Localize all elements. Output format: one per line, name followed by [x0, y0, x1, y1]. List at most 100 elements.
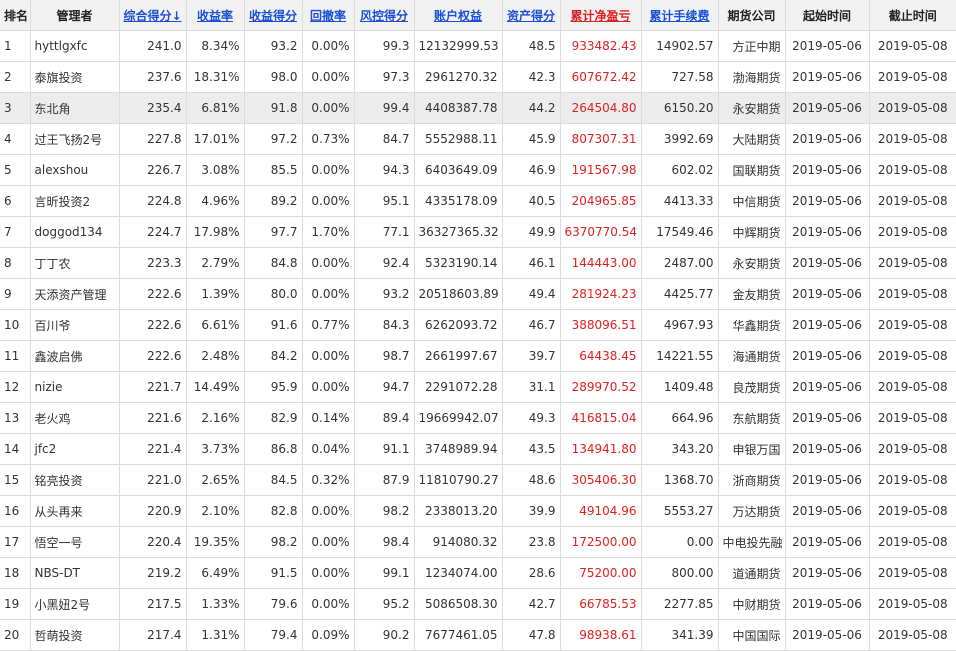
composite-score-cell: 221.6 [119, 402, 187, 434]
net-pnl-cell: 66785.53 [560, 588, 642, 620]
fees-cell: 0.00 [641, 526, 719, 558]
company-cell: 永安期货 [718, 247, 786, 279]
return-rate-cell: 8.34% [186, 30, 245, 62]
net-pnl-cell: 264504.80 [560, 92, 642, 124]
sort-net-pnl[interactable]: 累计净盈亏 [560, 0, 642, 31]
risk-score-cell: 97.3 [354, 61, 415, 93]
table-header: 排名 管理者 综合得分↓ 收益率 收益得分 回撤率 风控得分 账户权益 资产得分… [0, 0, 956, 31]
company-cell: 中财期货 [718, 588, 786, 620]
start-time-cell: 2019-05-06 [785, 402, 870, 434]
fees-cell: 17549.46 [641, 216, 719, 248]
end-time-cell: 2019-05-08 [869, 216, 956, 248]
rank-cell: 5 [0, 154, 31, 186]
manager-cell: 泰旗投资 [30, 61, 120, 93]
drawdown-cell: 0.14% [302, 402, 355, 434]
equity-cell: 5552988.11 [414, 123, 503, 155]
return-score-cell: 95.9 [244, 371, 303, 403]
return-rate-cell: 3.73% [186, 433, 245, 465]
drawdown-cell: 1.70% [302, 216, 355, 248]
return-rate-cell: 2.65% [186, 464, 245, 496]
net-pnl-cell: 6370770.54 [560, 216, 642, 248]
asset-score-cell: 42.7 [502, 588, 561, 620]
asset-score-cell: 39.9 [502, 495, 561, 527]
company-cell: 东航期货 [718, 402, 786, 434]
risk-score-cell: 91.1 [354, 433, 415, 465]
end-time-cell: 2019-05-08 [869, 526, 956, 558]
asset-score-cell: 39.7 [502, 340, 561, 372]
fees-cell: 4967.93 [641, 309, 719, 341]
start-time-cell: 2019-05-06 [785, 185, 870, 217]
rank-cell: 1 [0, 30, 31, 62]
manager-cell: 哲萌投资 [30, 619, 120, 651]
return-rate-cell: 6.81% [186, 92, 245, 124]
header-start-time: 起始时间 [785, 0, 870, 31]
equity-cell: 36327365.32 [414, 216, 503, 248]
risk-score-cell: 95.1 [354, 185, 415, 217]
risk-score-cell: 98.4 [354, 526, 415, 558]
table-row: 15 铭亮投资 221.0 2.65% 84.5 0.32% 87.9 11810790.27… [0, 464, 956, 496]
asset-score-cell: 49.9 [502, 216, 561, 248]
composite-score-cell: 227.8 [119, 123, 187, 155]
sort-drawdown[interactable]: 回撤率 [302, 0, 355, 31]
start-time-cell: 2019-05-06 [785, 123, 870, 155]
rank-cell: 11 [0, 340, 31, 372]
end-time-cell: 2019-05-08 [869, 340, 956, 372]
sort-asset-score[interactable]: 资产得分 [502, 0, 561, 31]
rank-cell: 12 [0, 371, 31, 403]
return-score-cell: 84.5 [244, 464, 303, 496]
company-cell: 良茂期货 [718, 371, 786, 403]
equity-cell: 914080.32 [414, 526, 503, 558]
sort-equity[interactable]: 账户权益 [414, 0, 503, 31]
return-rate-cell: 1.33% [186, 588, 245, 620]
return-score-cell: 89.2 [244, 185, 303, 217]
composite-score-cell: 223.3 [119, 247, 187, 279]
composite-score-cell: 235.4 [119, 92, 187, 124]
risk-score-cell: 87.9 [354, 464, 415, 496]
return-rate-cell: 2.10% [186, 495, 245, 527]
fees-cell: 5553.27 [641, 495, 719, 527]
fees-cell: 4425.77 [641, 278, 719, 310]
risk-score-cell: 99.3 [354, 30, 415, 62]
asset-score-cell: 31.1 [502, 371, 561, 403]
start-time-cell: 2019-05-06 [785, 154, 870, 186]
return-rate-cell: 2.16% [186, 402, 245, 434]
sort-desc-icon: ↓ [171, 8, 182, 23]
sort-fees[interactable]: 累计手续费 [641, 0, 719, 31]
composite-score-cell: 224.8 [119, 185, 187, 217]
net-pnl-cell: 144443.00 [560, 247, 642, 279]
risk-score-cell: 84.3 [354, 309, 415, 341]
equity-cell: 12132999.53 [414, 30, 503, 62]
sort-return-rate[interactable]: 收益率 [186, 0, 245, 31]
equity-cell: 2961270.32 [414, 61, 503, 93]
risk-score-cell: 99.4 [354, 92, 415, 124]
return-score-cell: 82.9 [244, 402, 303, 434]
return-score-cell: 85.5 [244, 154, 303, 186]
start-time-cell: 2019-05-06 [785, 495, 870, 527]
company-cell: 万达期货 [718, 495, 786, 527]
table-row: 16 从头再来 220.9 2.10% 82.8 0.00% 98.2 2338013.20 3… [0, 495, 956, 527]
equity-cell: 19669942.07 [414, 402, 503, 434]
return-rate-cell: 1.39% [186, 278, 245, 310]
manager-cell: 天添资产管理 [30, 278, 120, 310]
manager-cell: 悟空一号 [30, 526, 120, 558]
net-pnl-cell: 416815.04 [560, 402, 642, 434]
sort-composite-score[interactable]: 综合得分↓ [119, 0, 187, 31]
sort-return-score[interactable]: 收益得分 [244, 0, 303, 31]
start-time-cell: 2019-05-06 [785, 557, 870, 589]
return-score-cell: 80.0 [244, 278, 303, 310]
fees-cell: 2487.00 [641, 247, 719, 279]
asset-score-cell: 40.5 [502, 185, 561, 217]
composite-score-cell: 217.4 [119, 619, 187, 651]
return-score-cell: 79.4 [244, 619, 303, 651]
sort-risk-score[interactable]: 风控得分 [354, 0, 415, 31]
fees-cell: 1409.48 [641, 371, 719, 403]
return-score-cell: 91.6 [244, 309, 303, 341]
drawdown-cell: 0.00% [302, 92, 355, 124]
start-time-cell: 2019-05-06 [785, 61, 870, 93]
return-rate-cell: 2.48% [186, 340, 245, 372]
header-manager: 管理者 [30, 0, 120, 31]
drawdown-cell: 0.73% [302, 123, 355, 155]
composite-score-cell: 222.6 [119, 340, 187, 372]
header-rank: 排名 [0, 0, 31, 31]
net-pnl-cell: 172500.00 [560, 526, 642, 558]
